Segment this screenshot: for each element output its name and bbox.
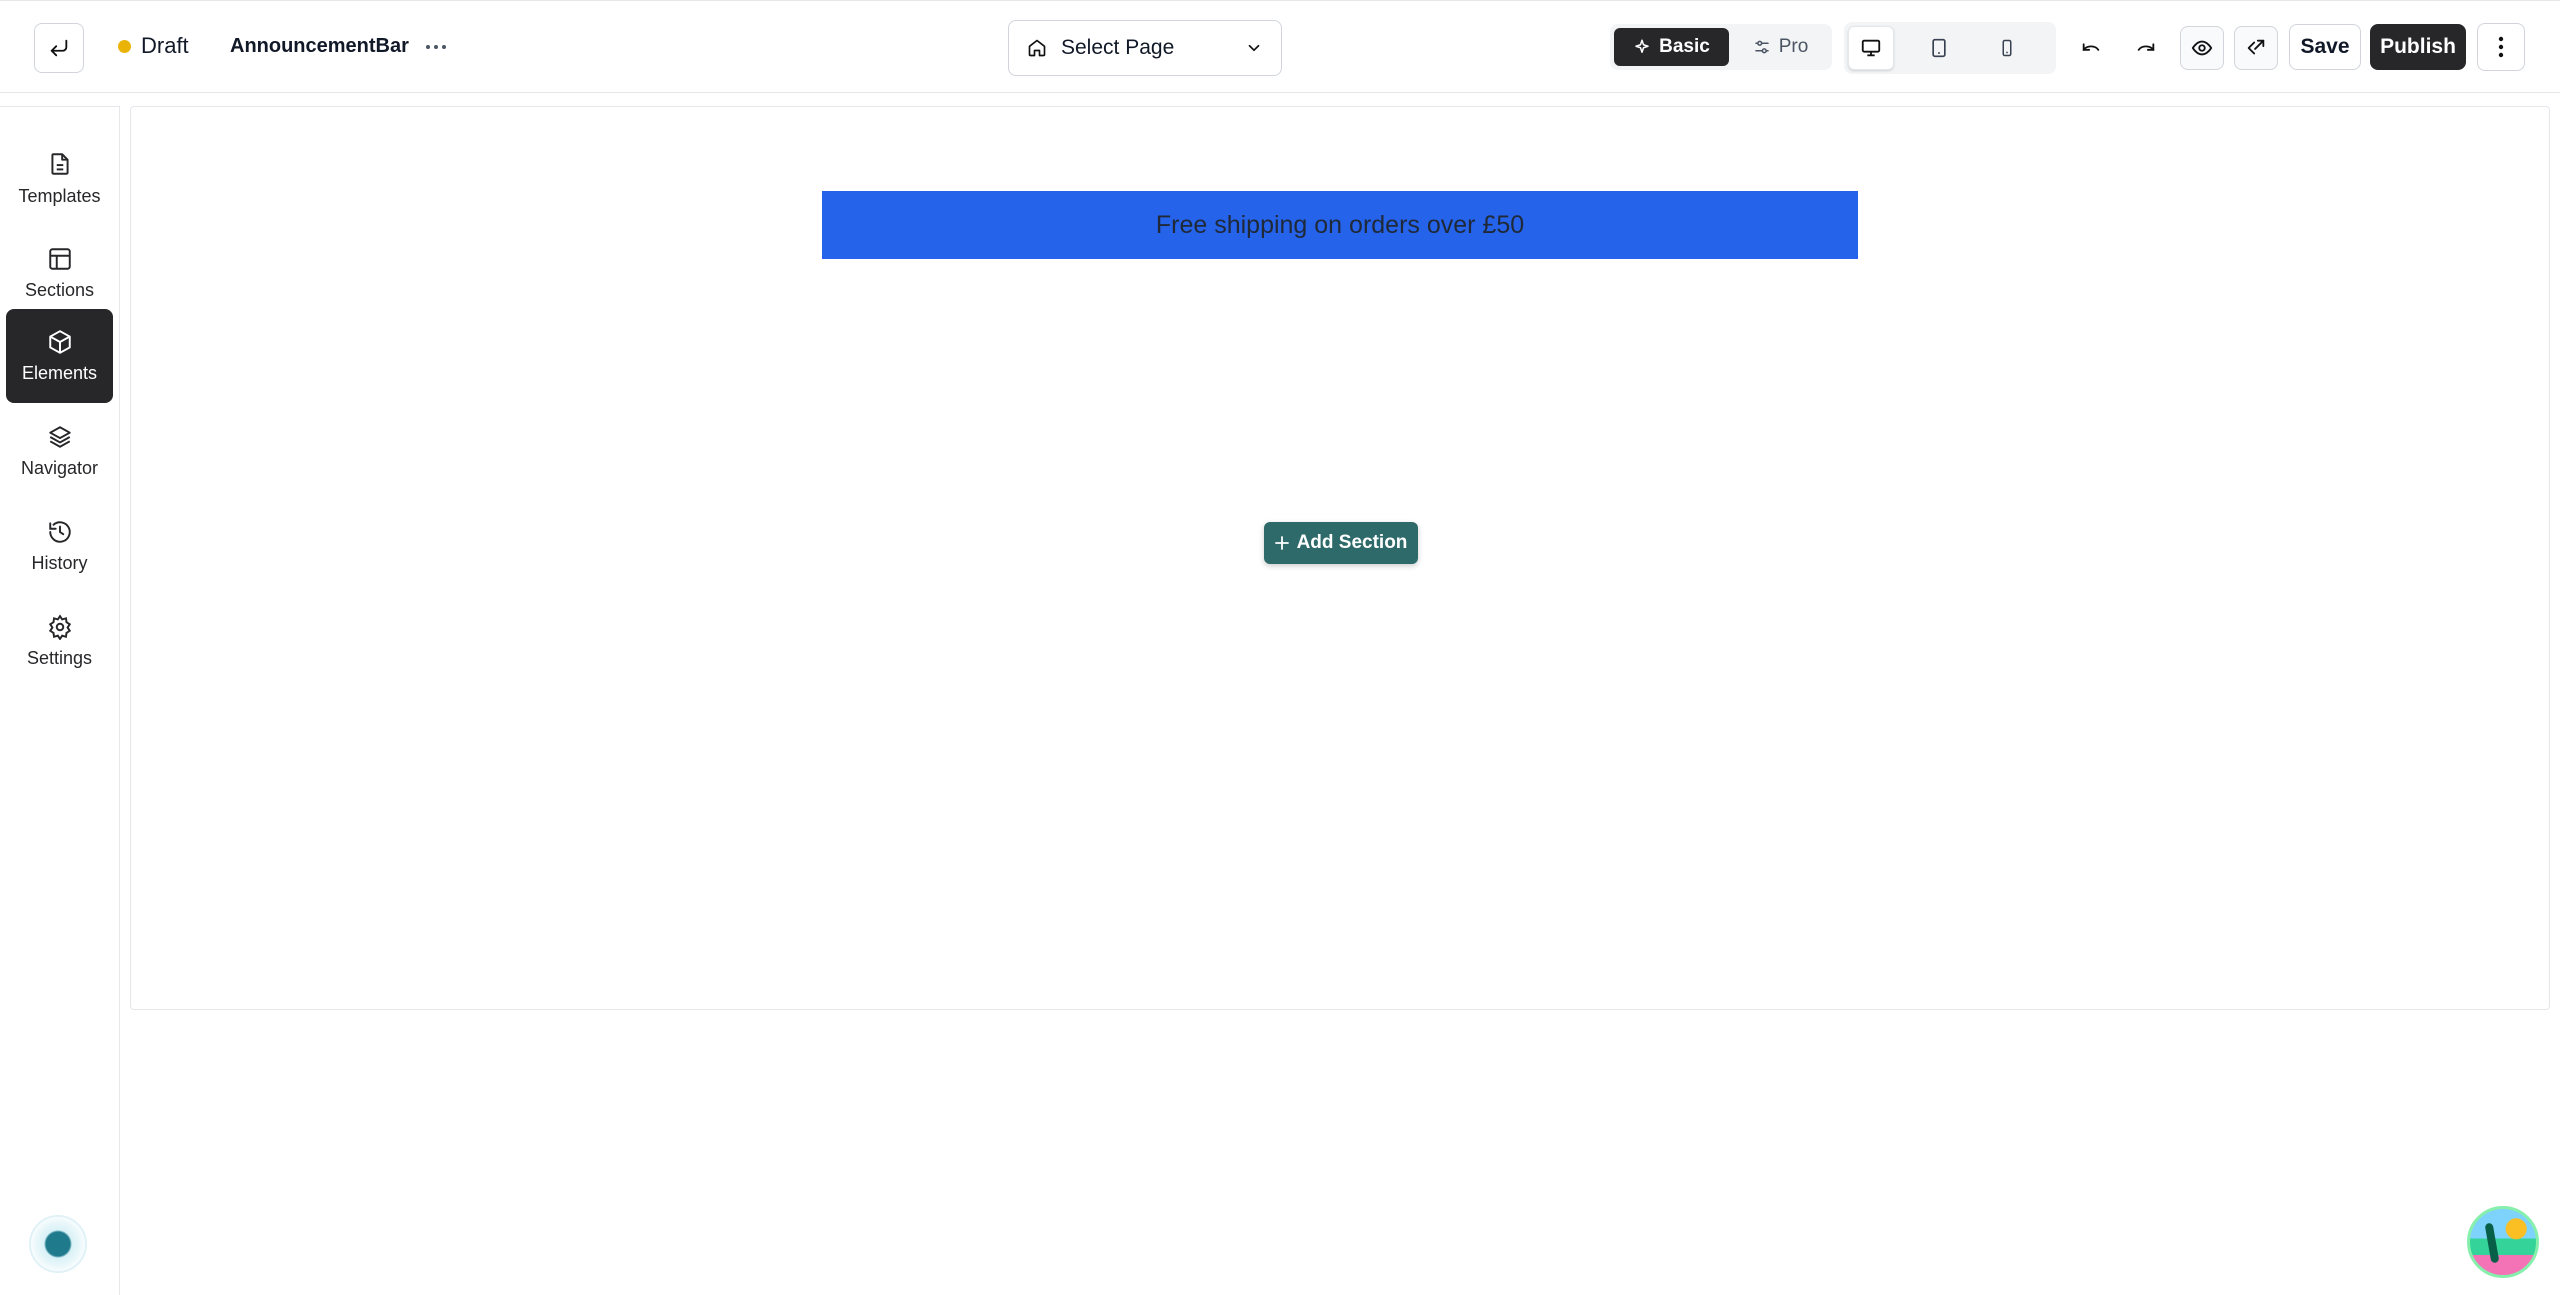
basic-mode-button[interactable]: Basic — [1614, 28, 1729, 66]
publish-button[interactable]: Publish — [2370, 24, 2466, 70]
eye-icon — [2191, 40, 2213, 56]
editor-canvas[interactable]: Free shipping on orders over £50 Add Sec… — [130, 106, 2550, 1010]
assistant-orb-icon[interactable] — [29, 1215, 87, 1273]
page-select-dropdown[interactable]: Select Page — [1008, 20, 1282, 76]
top-toolbar: Draft AnnouncementBar Select Page Basic … — [0, 0, 2560, 93]
menu-button[interactable] — [2477, 23, 2525, 71]
sidebar-item-navigator[interactable]: Navigator — [6, 404, 113, 498]
announcement-bar[interactable]: Free shipping on orders over £50 — [822, 191, 1858, 259]
open-external-button[interactable] — [2234, 26, 2278, 70]
avatar[interactable] — [2467, 1206, 2539, 1278]
status-label: Draft — [141, 33, 189, 58]
external-link-icon — [2247, 39, 2265, 55]
sliders-icon — [1754, 40, 1769, 54]
history-icon — [48, 520, 71, 543]
sidebar-item-label: Sections — [24, 279, 95, 300]
mode-toggle: Basic Pro — [1610, 24, 1832, 70]
preview-button[interactable] — [2180, 26, 2224, 70]
add-section-label: Add Section — [1296, 532, 1408, 553]
draft-status: Draft — [118, 33, 189, 59]
tablet-view-button[interactable] — [1916, 26, 1962, 70]
left-sidebar: Templates Sections Elements Navigator Hi… — [0, 106, 120, 1295]
box-icon — [48, 329, 71, 354]
more-options-button[interactable] — [416, 29, 456, 65]
sidebar-item-label: Navigator — [20, 457, 99, 478]
desktop-icon — [1861, 39, 1881, 57]
add-section-button[interactable]: Add Section — [1264, 522, 1418, 564]
sidebar-item-templates[interactable]: Templates — [6, 131, 113, 225]
ellipsis-horizontal-icon — [426, 45, 446, 49]
sidebar-item-label: Elements — [21, 362, 98, 383]
layers-icon — [48, 425, 71, 448]
sidebar-item-label: Settings — [26, 647, 93, 668]
pro-mode-button[interactable]: Pro — [1733, 28, 1828, 66]
status-dot-icon — [118, 39, 131, 53]
device-switcher — [1844, 22, 2056, 74]
sparkles-icon — [1635, 39, 1649, 53]
sidebar-item-label: History — [31, 552, 88, 573]
palm-tree-icon — [2484, 1222, 2500, 1264]
file-icon — [50, 152, 69, 175]
undo-button[interactable] — [2069, 26, 2113, 70]
return-arrow-icon — [50, 39, 68, 57]
plus-icon — [1274, 536, 1289, 550]
chevron-down-icon — [1248, 44, 1260, 52]
redo-button[interactable] — [2124, 26, 2168, 70]
document-name[interactable]: AnnouncementBar — [230, 35, 409, 58]
desktop-view-button[interactable] — [1848, 26, 1894, 70]
mobile-view-button[interactable] — [1984, 26, 2030, 70]
back-button[interactable] — [34, 23, 84, 73]
save-button[interactable]: Save — [2289, 24, 2361, 70]
undo-icon — [2082, 43, 2100, 51]
gear-icon — [48, 613, 71, 640]
ellipsis-vertical-icon — [2498, 36, 2504, 58]
sidebar-item-sections[interactable]: Sections — [6, 226, 113, 320]
layout-icon — [48, 247, 71, 270]
sidebar-item-label: Templates — [18, 185, 101, 206]
sidebar-item-history[interactable]: History — [6, 499, 113, 593]
pro-mode-label: Pro — [1778, 36, 1809, 57]
sidebar-item-settings[interactable]: Settings — [6, 594, 113, 688]
mobile-icon — [2002, 39, 2012, 57]
home-icon — [1028, 39, 1046, 57]
basic-mode-label: Basic — [1659, 36, 1710, 57]
announcement-text: Free shipping on orders over £50 — [1155, 210, 1525, 239]
tablet-icon — [1932, 38, 1946, 58]
sidebar-item-elements[interactable]: Elements — [6, 309, 113, 403]
page-select-label: Select Page — [1061, 36, 1175, 59]
redo-icon — [2137, 43, 2155, 51]
